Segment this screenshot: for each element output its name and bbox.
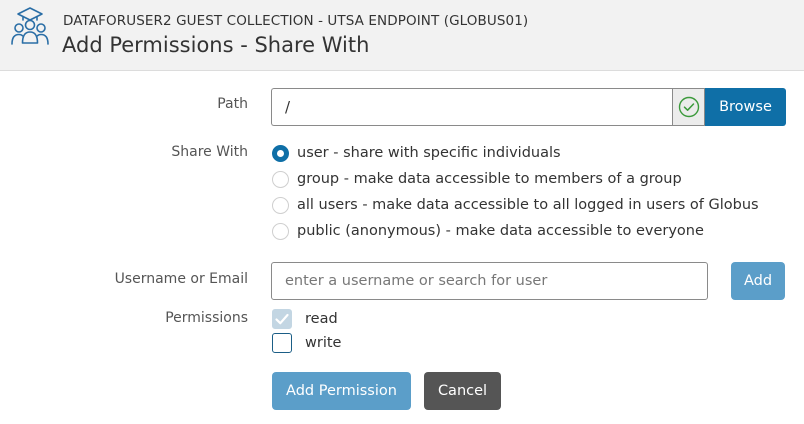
radio-public[interactable] (272, 222, 289, 240)
checkmark-icon (275, 313, 289, 325)
radio-user[interactable] (272, 144, 289, 162)
permission-label: write (305, 335, 342, 351)
path-input-group: Browse (271, 88, 786, 126)
username-input[interactable] (271, 262, 708, 300)
share-with-label: Share With (171, 144, 248, 160)
browse-button[interactable]: Browse (705, 88, 786, 126)
share-option-all-users[interactable]: all users - make data accessible to all … (272, 195, 759, 215)
add-permission-button[interactable]: Add Permission (272, 372, 411, 410)
share-option-label: group - make data accessible to members … (297, 171, 682, 187)
cancel-button[interactable]: Cancel (424, 372, 501, 410)
share-option-label: user - share with specific individuals (297, 145, 561, 161)
permission-write[interactable]: write (272, 333, 341, 353)
page-title: Add Permissions - Share With (62, 33, 370, 57)
path-label: Path (217, 96, 248, 112)
radio-group[interactable] (272, 170, 289, 188)
radio-all-users[interactable] (272, 196, 289, 214)
path-input[interactable] (271, 88, 673, 126)
share-option-group[interactable]: group - make data accessible to members … (272, 169, 682, 189)
share-option-user[interactable]: user - share with specific individuals (272, 143, 561, 163)
share-option-label: all users - make data accessible to all … (297, 197, 759, 213)
collection-subtitle: DATAFORUSER2 GUEST COLLECTION - UTSA END… (63, 13, 529, 29)
write-checkbox[interactable] (272, 333, 292, 353)
permission-label: read (305, 311, 338, 327)
check-circle-icon (678, 96, 699, 118)
users-group-icon (11, 7, 49, 45)
username-label: Username or Email (114, 271, 248, 287)
permissions-label: Permissions (165, 310, 248, 326)
permission-read: read (272, 309, 338, 329)
share-option-label: public (anonymous) - make data accessibl… (297, 223, 704, 239)
page-header: DATAFORUSER2 GUEST COLLECTION - UTSA END… (0, 0, 804, 71)
add-user-button[interactable]: Add (731, 262, 785, 300)
read-checkbox (272, 309, 292, 329)
path-status (672, 88, 705, 126)
share-option-public[interactable]: public (anonymous) - make data accessibl… (272, 221, 704, 241)
